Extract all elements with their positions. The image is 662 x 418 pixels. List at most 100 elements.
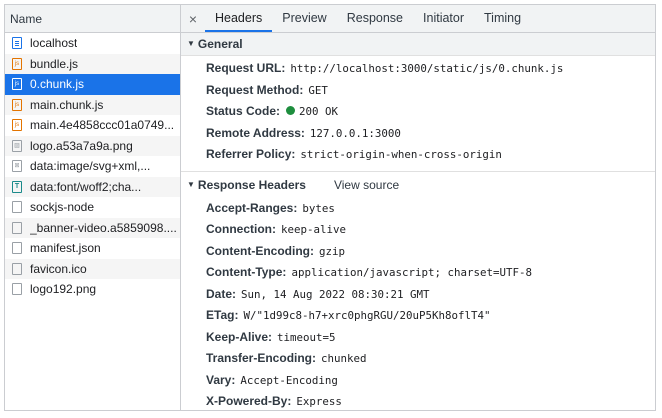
font-icon: T: [12, 180, 22, 193]
request-name: data:image/svg+xml,...: [30, 159, 151, 174]
header-row: Content-Encoding: gzip: [181, 241, 655, 263]
header-value: GET: [308, 83, 328, 97]
script-icon: js: [12, 119, 22, 132]
file-icon: [12, 283, 22, 296]
header-key: Status Code:: [206, 104, 281, 118]
header-value: strict-origin-when-cross-origin: [300, 148, 502, 161]
request-name: _banner-video.a5859098....: [30, 220, 177, 235]
header-value: W/"1d99c8-h7+xrc0phgRGU/20uP5Kh8oflT4": [243, 309, 491, 322]
request-row[interactable]: manifest.json: [5, 238, 180, 259]
header-key: Vary:: [206, 372, 236, 387]
request-name: main.chunk.js: [30, 97, 104, 112]
header-row: Request Method: GET: [181, 80, 655, 102]
header-key: Connection:: [206, 222, 276, 236]
script-icon: js: [12, 78, 22, 91]
header-key: Accept-Ranges:: [206, 200, 298, 215]
general-title: General: [197, 37, 243, 51]
header-key: X-Powered-By:: [206, 394, 292, 408]
request-name: sockjs-node: [30, 200, 95, 215]
file-icon: [12, 201, 22, 214]
request-row[interactable]: logo192.png: [5, 279, 180, 300]
header-row: ETag: W/"1d99c8-h7+xrc0phgRGU/20uP5Kh8ofl…: [181, 305, 655, 327]
file-icon: [12, 242, 22, 255]
header-row: Date: Sun, 14 Aug 2022 08:30:21 GMT: [181, 284, 655, 306]
view-source-link[interactable]: View source: [334, 178, 399, 192]
header-key: ETag:: [206, 308, 239, 322]
header-key: Request URL:: [206, 61, 286, 75]
request-name: logo192.png: [30, 282, 97, 297]
request-name: favicon.ico: [30, 261, 87, 276]
request-row[interactable]: sockjs-node: [5, 197, 180, 218]
request-name: data:font/woff2;cha...: [30, 179, 142, 194]
request-row[interactable]: T data:font/woff2;cha...: [5, 176, 180, 197]
header-key: Transfer-Encoding:: [206, 351, 317, 365]
header-key: Date:: [206, 286, 237, 301]
header-key: Content-Encoding:: [206, 243, 314, 258]
header-row: Keep-Alive: timeout=5: [181, 327, 655, 349]
request-details: × Headers Preview Response Initiator Tim…: [181, 5, 655, 410]
header-value: 200 OK: [299, 105, 339, 118]
header-value: application/javascript; charset=UTF-8: [291, 266, 532, 279]
request-row-selected[interactable]: js 0.chunk.js: [5, 74, 180, 95]
request-row[interactable]: js main.chunk.js: [5, 94, 180, 115]
request-rows: localhost js bundle.js js 0.chunk.js js …: [5, 33, 180, 300]
header-key: Content-Type:: [206, 265, 287, 279]
header-value: chunked: [321, 352, 367, 365]
header-key: Referrer Policy:: [206, 147, 296, 161]
header-value: Express: [296, 395, 342, 408]
name-column-header[interactable]: Name: [5, 5, 180, 33]
request-row[interactable]: _banner-video.a5859098....: [5, 217, 180, 238]
header-row: Request URL: http://localhost:3000/static…: [181, 58, 655, 80]
response-headers-title: Response Headers: [197, 177, 306, 192]
header-row: Vary: Accept-Encoding: [181, 370, 655, 392]
request-row[interactable]: js main.4e4858ccc01a0749...: [5, 115, 180, 136]
request-name: manifest.json: [30, 241, 101, 256]
request-name: localhost: [30, 36, 78, 51]
request-list: Name localhost js bundle.js js 0.chunk.j…: [5, 5, 181, 410]
header-row: Remote Address: 127.0.0.1:3000: [181, 123, 655, 145]
request-row[interactable]: ⊠ data:image/svg+xml,...: [5, 156, 180, 177]
file-icon: [12, 221, 22, 234]
request-name: logo.a53a7a9a.png: [30, 138, 133, 153]
request-row[interactable]: favicon.ico: [5, 258, 180, 279]
details-tabbar: × Headers Preview Response Initiator Tim…: [181, 5, 655, 33]
devtools-network-panel: Name localhost js bundle.js js 0.chunk.j…: [4, 4, 656, 411]
header-row: Connection: keep-alive: [181, 219, 655, 241]
header-key: Remote Address:: [206, 125, 305, 140]
header-row: Referrer Policy: strict-origin-when-cross…: [181, 144, 655, 166]
header-value: gzip: [318, 244, 345, 258]
response-headers-section-header[interactable]: ▼ Response Headers View source: [181, 170, 655, 198]
request-name: bundle.js: [30, 56, 79, 71]
tab-response[interactable]: Response: [337, 5, 413, 32]
tab-preview[interactable]: Preview: [272, 5, 336, 32]
header-value: bytes: [302, 201, 335, 215]
tab-initiator[interactable]: Initiator: [413, 5, 474, 32]
status-ok-icon: [286, 106, 296, 115]
header-row: Content-Type: application/javascript; cha…: [181, 262, 655, 284]
script-icon: js: [12, 57, 22, 70]
document-icon: [12, 37, 22, 50]
file-icon: [12, 262, 22, 275]
header-value: http://localhost:3000/static/js/0.chunk.…: [290, 62, 564, 75]
tab-timing[interactable]: Timing: [474, 5, 531, 32]
request-name: main.4e4858ccc01a0749...: [30, 118, 175, 133]
header-value: Sun, 14 Aug 2022 08:30:21 GMT: [241, 287, 430, 301]
request-name: 0.chunk.js: [30, 77, 85, 92]
request-row[interactable]: localhost: [5, 33, 180, 54]
general-section-header[interactable]: ▼ General: [181, 33, 655, 56]
request-row[interactable]: js bundle.js: [5, 53, 180, 74]
collapse-triangle-icon: ▼: [187, 39, 195, 48]
close-icon[interactable]: ×: [181, 5, 205, 32]
tab-headers[interactable]: Headers: [205, 5, 273, 32]
header-value: Accept-Encoding: [240, 373, 338, 387]
image-icon: ⊠: [12, 160, 22, 173]
header-value: timeout=5: [277, 330, 336, 344]
header-value: keep-alive: [281, 223, 347, 236]
header-value: 127.0.0.1:3000: [309, 126, 401, 140]
header-row: X-Powered-By: Express: [181, 391, 655, 410]
header-key: Request Method:: [206, 82, 304, 97]
header-row: Status Code: 200 OK: [181, 101, 655, 123]
image-icon: ▨: [12, 139, 22, 152]
header-row: Accept-Ranges: bytes: [181, 198, 655, 220]
request-row[interactable]: ▨ logo.a53a7a9a.png: [5, 135, 180, 156]
